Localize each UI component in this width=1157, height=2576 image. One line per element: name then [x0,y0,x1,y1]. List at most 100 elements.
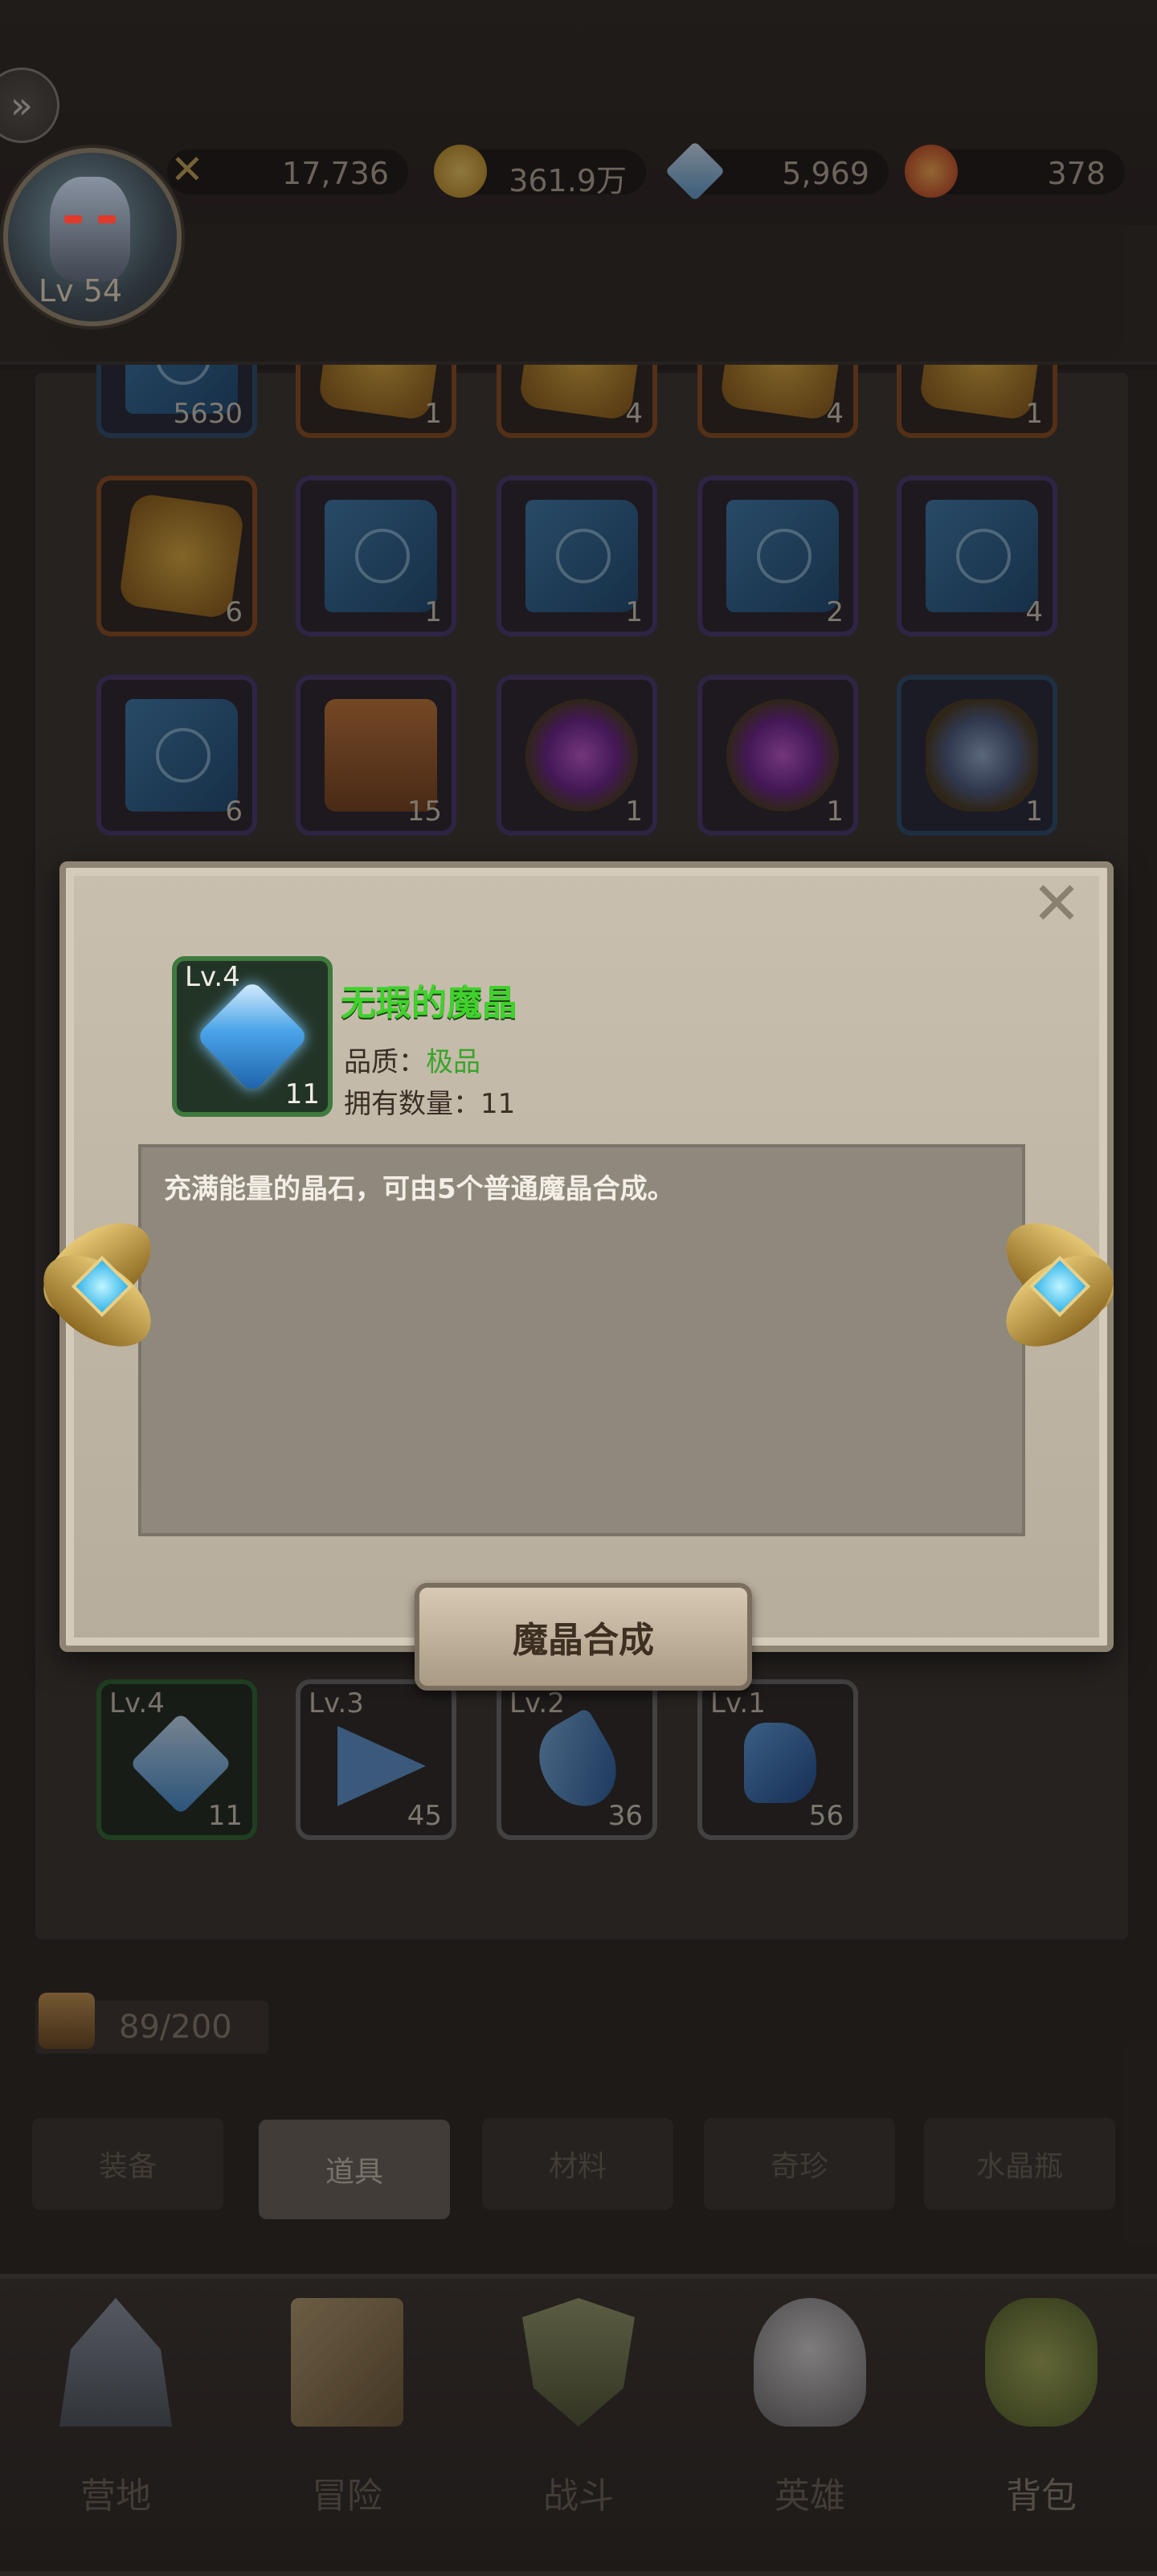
item-detail-icon: Lv.4 11 [172,956,333,1117]
tab-label: 奇珍 [770,2150,828,2183]
inventory-slot[interactable]: 15 [296,675,456,836]
gold-coin-icon [434,145,487,198]
power-value: 17,736 [282,156,389,191]
power-icon: ✕ [170,146,204,193]
gem-slot-lv4[interactable]: Lv.4 11 [96,1679,257,1840]
gem-synthesis-button[interactable]: 魔晶合成 [415,1583,752,1691]
gem-level: Lv.4 [109,1687,165,1719]
gem-count: 56 [808,1800,844,1832]
gem-count: 36 [607,1800,643,1832]
header-shadow [48,225,1125,362]
next-item-button[interactable] [987,1204,1130,1365]
inventory-slot[interactable]: 6 [96,476,257,636]
item-count: 4 [1025,596,1043,628]
gem-count: 45 [407,1800,442,1832]
nav-backpack[interactable]: 背包 [926,2282,1157,2563]
tab-items[interactable]: 道具 [259,2120,450,2219]
orb-value: 378 [1047,156,1106,191]
inventory-slot[interactable]: 6 [96,675,257,836]
item-count: 6 [225,596,243,628]
item-count: 15 [407,795,442,828]
double-chevron-icon: » [10,84,34,127]
item-count: 5630 [173,398,243,430]
triangle-gem-icon [337,1726,426,1806]
quality-value: 极品 [426,1046,480,1078]
item-art [926,699,1038,812]
inventory-slot[interactable]: 1 [497,476,657,636]
gem-count: 11 [207,1800,243,1832]
item-count: 1 [826,795,844,828]
nav-label: 营地 [80,2476,151,2517]
inventory-slot[interactable]: 1 [296,476,456,636]
nav-hero[interactable]: 英雄 [694,2282,926,2563]
item-count: 1 [625,596,643,628]
item-count: 6 [225,795,243,828]
tab-materials[interactable]: 材料 [482,2118,673,2210]
item-art [325,699,437,812]
gold-counter[interactable]: 361.9万 [434,145,646,198]
previous-item-button[interactable] [27,1204,170,1365]
hero-helmet-icon [754,2298,866,2427]
nav-label: 背包 [1006,2476,1077,2517]
adventure-map-icon [291,2298,403,2427]
item-art [726,500,839,612]
power-counter: ✕ 17,736 [167,146,408,194]
item-name: 无瑕的魔晶 [341,983,517,1024]
nav-label: 英雄 [775,2476,845,2517]
item-count: 1 [625,795,643,828]
camp-icon [59,2298,172,2427]
item-owned: 拥有数量：11 [344,1082,515,1121]
owned-label: 拥有数量： [344,1088,480,1120]
nav-label: 战斗 [543,2476,614,2517]
item-art [525,699,638,812]
item-description: 充满能量的晶石，可由5个普通魔晶合成。 [164,1173,675,1205]
item-art [325,500,437,612]
item-count: 1 [424,398,442,430]
nav-camp[interactable]: 营地 [0,2282,231,2563]
diamond-value: 5,969 [782,156,869,191]
diamond-counter[interactable]: 5,969 [664,141,889,202]
backpack-icon [985,2298,1098,2427]
item-art [726,699,839,812]
item-quality: 品质：极品 [344,1040,480,1079]
tab-treasures[interactable]: 奇珍 [704,2118,895,2210]
capacity-value: 89/200 [119,2009,232,2046]
owned-value: 11 [480,1088,516,1120]
treasure-chest-icon [39,1993,95,2049]
nav-battle[interactable]: 战斗 [463,2282,694,2563]
item-count: 1 [1025,795,1043,828]
tab-label: 材料 [548,2150,607,2183]
item-art [926,500,1038,612]
inventory-slot[interactable]: 2 [697,476,858,636]
nav-label: 冒险 [312,2476,382,2517]
tab-label: 道具 [325,2156,383,2189]
item-art [525,500,638,612]
quality-label: 品质： [344,1046,426,1078]
orb-icon [905,145,958,198]
inventory-slot[interactable]: 1 [897,675,1057,836]
tab-equipment[interactable]: 装备 [32,2118,223,2210]
inventory-slot[interactable]: 1 [497,675,657,836]
gem-slot-lv3[interactable]: Lv.3 45 [296,1679,456,1840]
tab-label: 装备 [98,2150,157,2183]
item-level: Lv.4 [185,961,240,993]
player-level-overlay: Lv 54 [39,273,123,309]
bag-capacity: 89/200 [35,1993,268,2054]
gem-level: Lv.1 [710,1687,766,1719]
item-count: 2 [826,596,844,628]
tab-label: 水晶瓶 [975,2150,1063,2183]
orb-counter[interactable]: 378 [905,145,1125,198]
gem-slot-lv1[interactable]: Lv.1 56 [697,1679,858,1840]
item-count: 1 [1025,398,1043,430]
gem-slot-lv2[interactable]: Lv.2 36 [497,1679,657,1840]
gem-synthesis-label: 魔晶合成 [513,1620,654,1661]
tab-crystal-vial[interactable]: 水晶瓶 [924,2118,1115,2210]
gem-level: Lv.2 [509,1687,565,1719]
inventory-slot[interactable]: 1 [697,675,858,836]
inventory-slot[interactable]: 4 [897,476,1057,636]
rough-gem-icon [744,1723,816,1803]
battle-shield-icon [522,2298,635,2427]
item-count: 4 [826,398,844,430]
nav-adventure[interactable]: 冒险 [231,2282,463,2563]
close-icon[interactable]: ✕ [1028,874,1085,934]
